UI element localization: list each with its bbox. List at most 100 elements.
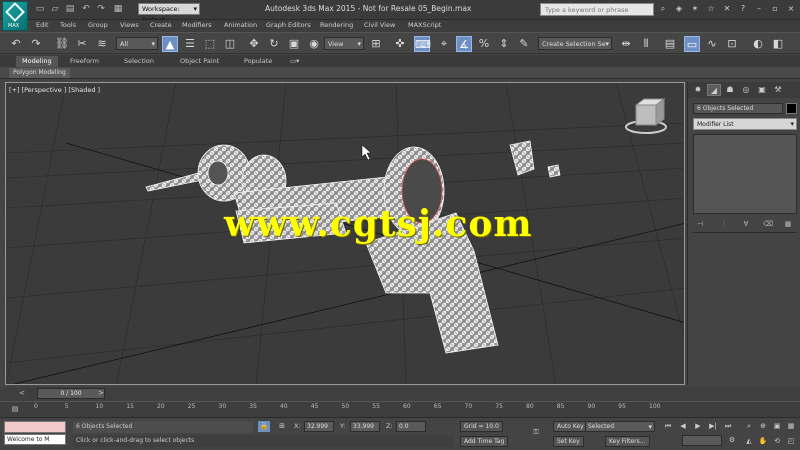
redo-icon[interactable]: ↷ xyxy=(95,3,107,15)
select-and-rotate-icon[interactable]: ↻ xyxy=(266,36,282,52)
exchange-icon[interactable]: ✕ xyxy=(721,3,733,15)
snaps-toggle-icon[interactable]: ⌖ xyxy=(436,36,452,52)
go-to-start-icon[interactable]: ⏮ xyxy=(662,421,674,432)
redo-button[interactable]: ↷ xyxy=(28,36,44,52)
save-file-icon[interactable]: ▤ xyxy=(64,3,76,15)
new-file-icon[interactable]: ▭ xyxy=(34,3,46,15)
set-key-mode-icon[interactable]: ⚿ xyxy=(530,427,542,438)
tab-object-paint[interactable]: Object Paint xyxy=(174,56,225,67)
search-input[interactable]: Type a keyword or phrase xyxy=(540,3,654,16)
workspace-dropdown[interactable]: Workspace: Default xyxy=(138,3,200,24)
modifier-list-dropdown[interactable]: Modifier List xyxy=(693,118,797,130)
unlink-icon[interactable]: ✂ xyxy=(74,36,90,52)
maximize-icon[interactable]: ▫ xyxy=(769,3,781,15)
track-bar[interactable]: ▤ 0 5 10 15 20 25 30 35 40 45 50 55 60 65 70 75 80 85 90 95… xyxy=(0,401,800,417)
hierarchy-tab-icon[interactable]: ☗ xyxy=(723,84,737,96)
maxscript-listener[interactable]: Welcome to M xyxy=(4,434,66,445)
tab-selection[interactable]: Selection xyxy=(118,56,160,67)
menu-maxscript[interactable]: MAXScript xyxy=(408,21,441,29)
object-color-swatch[interactable] xyxy=(786,103,797,114)
menu-group[interactable]: Group xyxy=(88,21,108,29)
pivot-center-icon[interactable]: ⊞ xyxy=(368,36,384,52)
create-tab-icon[interactable]: ✹ xyxy=(691,84,705,96)
close-icon[interactable]: × xyxy=(785,3,797,15)
field-of-view-icon[interactable]: ◭ xyxy=(743,436,755,447)
schematic-view-icon[interactable]: ⊡ xyxy=(724,36,740,52)
remove-modifier-icon[interactable]: ⌫ xyxy=(762,220,774,230)
rectangular-selection-icon[interactable]: ⬚ xyxy=(202,36,218,52)
perspective-viewport[interactable]: [+] [Perspective ] [Shaded ] www.cgtsj.c… xyxy=(5,82,685,385)
align-icon[interactable]: ⫴ xyxy=(638,36,654,52)
ribbon-options-icon[interactable]: ▭▾ xyxy=(284,56,305,67)
y-coordinate-field[interactable]: 33.999 xyxy=(350,421,380,432)
selection-lock-icon[interactable]: 🔒 xyxy=(258,421,270,432)
key-filters-button[interactable]: Key Filters... xyxy=(605,436,650,447)
select-and-move-icon[interactable]: ✥ xyxy=(246,36,262,52)
auto-key-button[interactable]: Auto Key xyxy=(553,421,588,432)
make-unique-icon[interactable]: ∀ xyxy=(740,220,752,230)
menu-graph-editors[interactable]: Graph Editors xyxy=(266,21,311,29)
curve-editor-icon[interactable]: ∿ xyxy=(704,36,720,52)
add-time-tag-button[interactable]: Add Time Tag xyxy=(460,436,509,447)
zoom-all-icon[interactable]: ⊕ xyxy=(757,421,769,432)
select-object-icon[interactable]: ▲ xyxy=(162,36,178,52)
motion-tab-icon[interactable]: ◎ xyxy=(739,84,753,96)
tab-modeling[interactable]: Modeling xyxy=(16,56,58,67)
project-folder-icon[interactable]: ▦ xyxy=(112,3,124,15)
layer-manager-icon[interactable]: ▤ xyxy=(662,36,678,52)
maximize-viewport-icon[interactable]: ◰ xyxy=(785,436,797,447)
set-key-button[interactable]: Set Key xyxy=(553,436,584,447)
percent-snap-icon[interactable]: % xyxy=(476,36,492,52)
pan-view-icon[interactable]: ✋ xyxy=(757,436,769,447)
maxscript-input[interactable] xyxy=(4,421,66,433)
subscription-icon[interactable]: ✶ xyxy=(689,3,701,15)
angle-snap-icon[interactable]: ∡ xyxy=(456,36,472,52)
absolute-mode-icon[interactable]: ⊞ xyxy=(276,421,288,432)
menu-rendering[interactable]: Rendering xyxy=(320,21,353,29)
pin-stack-icon[interactable]: ⊣ xyxy=(694,220,706,230)
time-next-icon[interactable]: > xyxy=(95,388,107,399)
minimize-icon[interactable]: – xyxy=(753,3,765,15)
time-prev-icon[interactable]: < xyxy=(16,388,28,399)
spinner-snap-icon[interactable]: ⇕ xyxy=(496,36,512,52)
select-and-place-icon[interactable]: ◉ xyxy=(306,36,322,52)
select-manipulate-icon[interactable]: ✜ xyxy=(392,36,408,52)
menu-edit[interactable]: Edit xyxy=(36,21,49,29)
select-and-link-icon[interactable]: ⛓ xyxy=(54,36,70,52)
select-and-scale-icon[interactable]: ▣ xyxy=(286,36,302,52)
undo-button[interactable]: ↶ xyxy=(8,36,24,52)
mirror-icon[interactable]: ⇹ xyxy=(618,36,634,52)
go-to-end-icon[interactable]: ⏭ xyxy=(722,421,734,432)
render-setup-icon[interactable]: ◧ xyxy=(770,36,786,52)
infocenter-icon[interactable]: ◈ xyxy=(673,3,685,15)
bind-space-warp-icon[interactable]: ≋ xyxy=(94,36,110,52)
search-icon[interactable]: ⌕ xyxy=(657,3,669,15)
play-icon[interactable]: ▶ xyxy=(692,421,704,432)
toggle-ribbon-icon[interactable]: ▭ xyxy=(684,36,700,52)
polygon-modeling-panel[interactable]: Polygon Modeling xyxy=(9,68,70,78)
modify-tab-icon[interactable]: ◢ xyxy=(707,84,721,96)
auto-key-selection-dropdown[interactable]: Selected xyxy=(585,421,655,432)
object-name-field[interactable]: 6 Objects Selected xyxy=(693,103,783,114)
selection-filter-dropdown[interactable]: All xyxy=(116,37,158,50)
menu-animation[interactable]: Animation xyxy=(224,21,257,29)
next-frame-icon[interactable]: ▶| xyxy=(707,421,719,432)
viewport-label-menu[interactable]: [+] [Perspective ] [Shaded ] xyxy=(9,86,100,94)
application-button[interactable]: MAX xyxy=(2,1,28,31)
tab-freeform[interactable]: Freeform xyxy=(64,56,105,67)
zoom-extents-all-icon[interactable]: ▦ xyxy=(785,421,797,432)
modifier-stack[interactable] xyxy=(693,134,797,214)
viewcube[interactable] xyxy=(625,98,667,134)
orbit-icon[interactable]: ⟲ xyxy=(771,436,783,447)
current-frame-field[interactable] xyxy=(682,435,722,446)
utilities-tab-icon[interactable]: ⚒ xyxy=(771,84,785,96)
open-file-icon[interactable]: ▱ xyxy=(49,3,61,15)
named-selection-sets-dropdown[interactable]: Create Selection Se xyxy=(538,37,612,50)
menu-views[interactable]: Views xyxy=(120,21,139,29)
revolver-model[interactable] xyxy=(145,140,561,354)
time-configuration-icon[interactable]: ⚙ xyxy=(726,435,738,446)
menu-modifiers[interactable]: Modifiers xyxy=(182,21,212,29)
tab-populate[interactable]: Populate xyxy=(238,56,278,67)
menu-tools[interactable]: Tools xyxy=(60,21,76,29)
configure-modifier-sets-icon[interactable]: ▦ xyxy=(782,220,794,230)
